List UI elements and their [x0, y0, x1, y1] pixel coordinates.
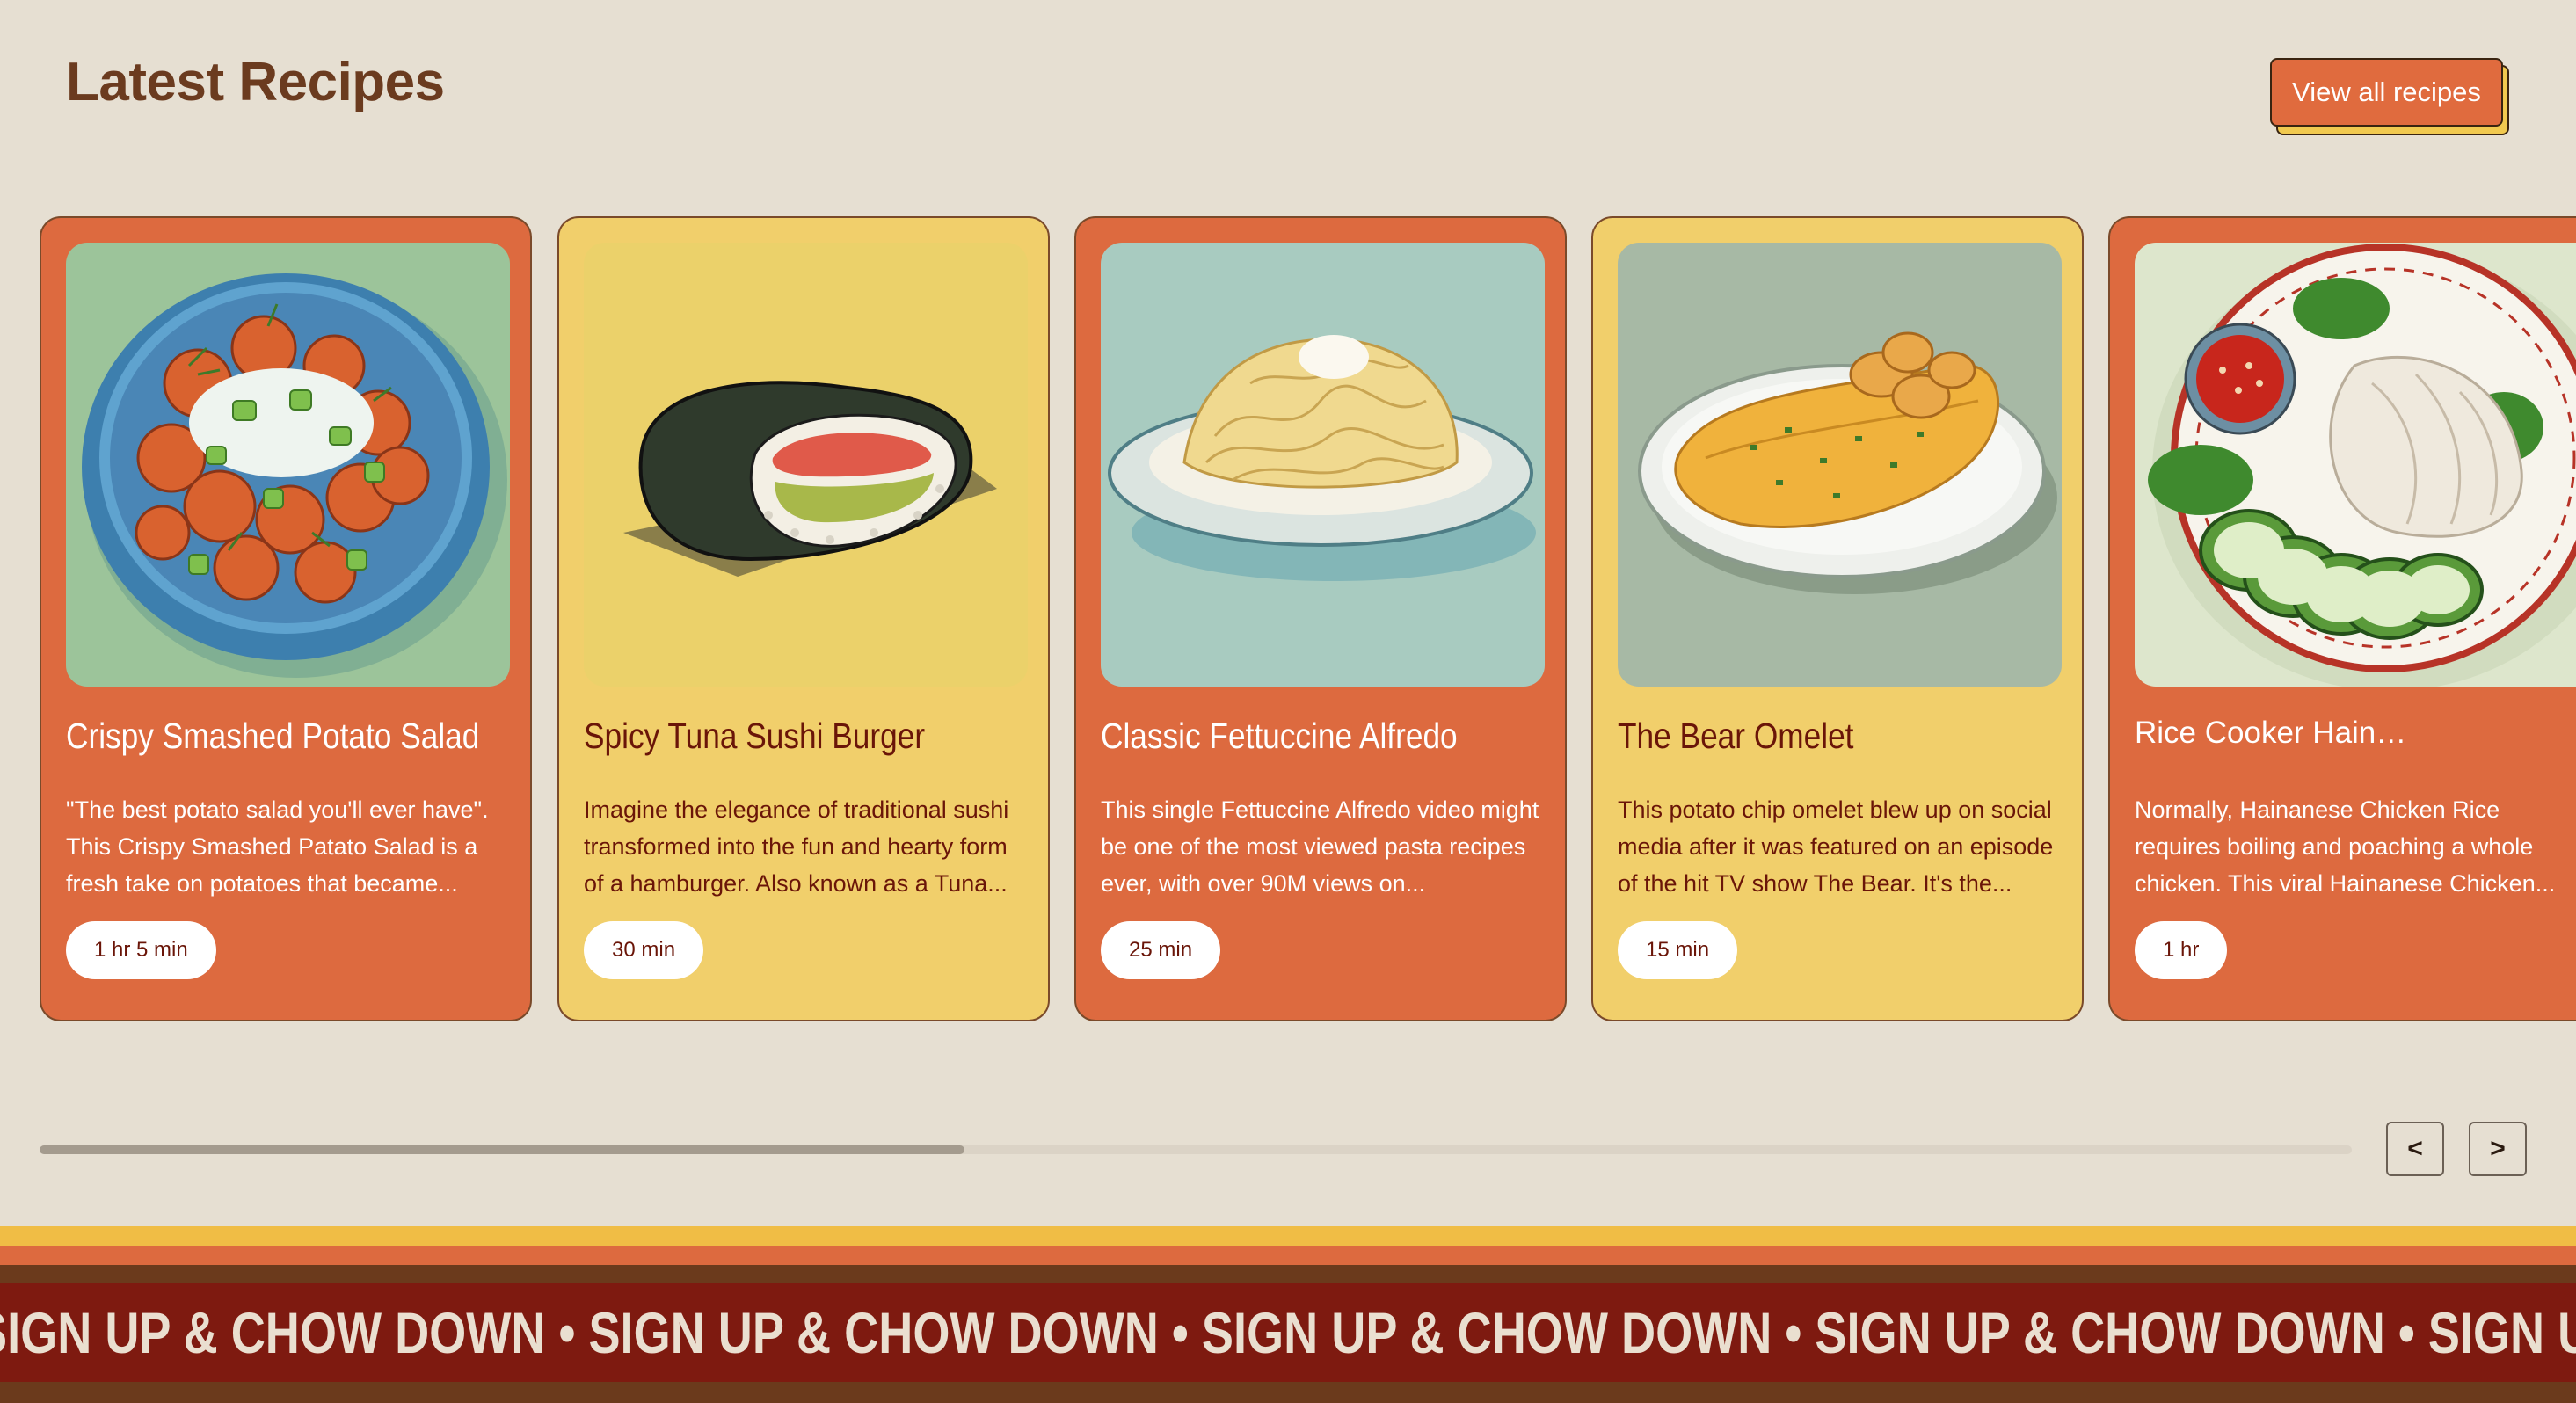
recipe-title[interactable]: The Bear Omelet	[1618, 716, 2063, 757]
recipe-image[interactable]	[2135, 243, 2576, 687]
next-button[interactable]: >	[2469, 1122, 2527, 1176]
cook-time-badge: 25 min	[1101, 921, 1221, 979]
recipe-carousel: Crispy Smashed Potato Salad "The best po…	[0, 216, 2576, 1025]
recipe-description: This single Fettuccine Alfredo video mig…	[1101, 796, 1539, 897]
cook-time-badge: 1 hr 5 min	[66, 921, 216, 979]
recipe-title[interactable]: Rice Cooker Hainanese Chicken Rice	[2135, 716, 2407, 751]
cook-time-badge: 30 min	[584, 921, 704, 979]
view-all-wrapper: View all recipes	[2270, 58, 2509, 135]
recipe-description: Imagine the elegance of traditional sush…	[584, 796, 1009, 897]
recipe-description: This potato chip omelet blew up on socia…	[1618, 796, 2054, 897]
potato-salad-illustration	[66, 243, 510, 687]
scrollbar-thumb[interactable]	[40, 1145, 964, 1154]
stripe-brown-bottom	[0, 1382, 2576, 1403]
view-all-recipes-button[interactable]: View all recipes	[2270, 58, 2503, 127]
recipe-card[interactable]: Classic Fettuccine Alfredo This single F…	[1074, 216, 1567, 1021]
stripe-orange	[0, 1246, 2576, 1265]
recipe-image[interactable]	[66, 243, 510, 687]
recipe-card[interactable]: Rice Cooker Hainanese Chicken Rice Norma…	[2108, 216, 2576, 1021]
recipe-image[interactable]	[584, 243, 1028, 687]
previous-button[interactable]: <	[2386, 1122, 2444, 1176]
cook-time-badge: 1 hr	[2135, 921, 2228, 979]
recipe-description: Normally, Hainanese Chicken Rice require…	[2135, 796, 2556, 897]
stripe-brown	[0, 1265, 2576, 1283]
carousel-scrollbar[interactable]	[40, 1145, 2352, 1154]
recipe-card[interactable]: Spicy Tuna Sushi Burger Imagine the eleg…	[557, 216, 1050, 1021]
page-title: Latest Recipes	[66, 52, 445, 113]
stripe-yellow	[0, 1226, 2576, 1246]
omelet-illustration	[1618, 243, 2062, 687]
chicken-rice-illustration	[2135, 243, 2576, 687]
recipe-card[interactable]: The Bear Omelet This potato chip omelet …	[1591, 216, 2084, 1021]
recipe-description: "The best potato salad you'll ever have"…	[66, 796, 489, 897]
recipe-image[interactable]	[1618, 243, 2062, 687]
sushi-burger-illustration	[584, 243, 1028, 687]
signup-marquee-banner[interactable]: SIGN UP & CHOW DOWN • SIGN UP & CHOW DOW…	[0, 1283, 2576, 1382]
cook-time-badge: 15 min	[1618, 921, 1738, 979]
recipe-title[interactable]: Classic Fettuccine Alfredo	[1101, 716, 1546, 757]
marquee-text[interactable]: SIGN UP & CHOW DOWN • SIGN UP & CHOW DOW…	[0, 1299, 2576, 1366]
recipe-image[interactable]	[1101, 243, 1545, 687]
fettuccine-illustration	[1101, 243, 1545, 687]
recipe-card[interactable]: Crispy Smashed Potato Salad "The best po…	[40, 216, 532, 1021]
recipe-title[interactable]: Spicy Tuna Sushi Burger	[584, 716, 1030, 757]
recipe-title[interactable]: Crispy Smashed Potato Salad	[66, 716, 512, 757]
